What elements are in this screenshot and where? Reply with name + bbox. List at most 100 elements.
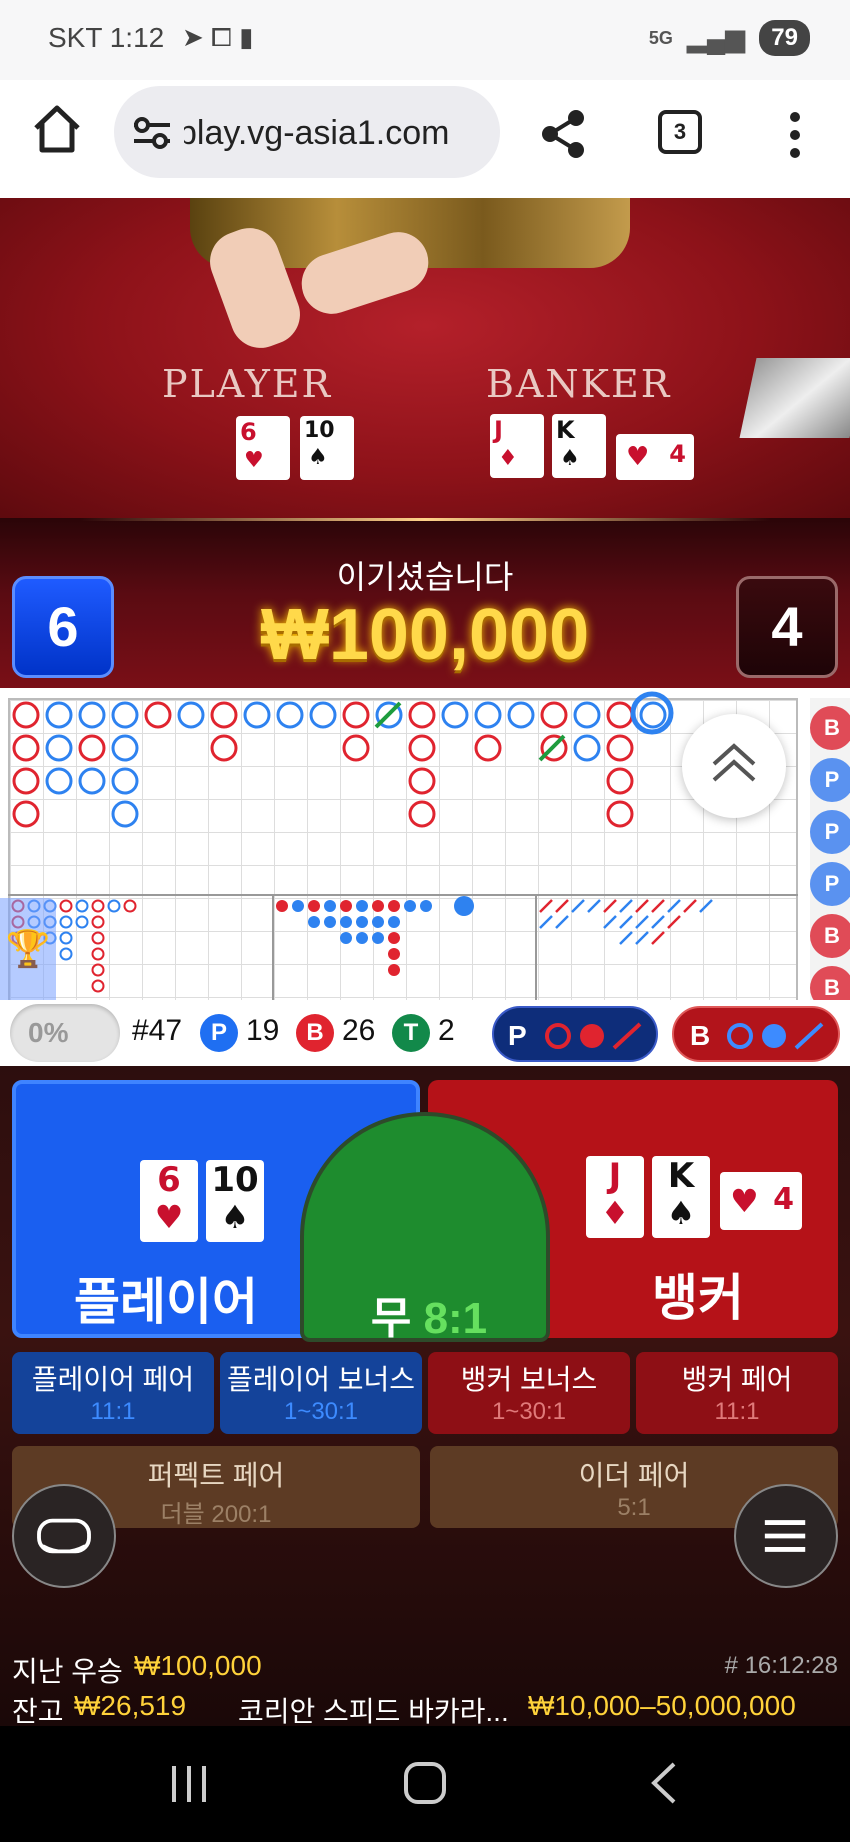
last-win-label: 지난 우승 <box>12 1656 123 1687</box>
small-road-dot <box>372 900 384 912</box>
trophy-icon[interactable]: 🏆 <box>0 898 56 1016</box>
roadmap-panel[interactable]: B P P P B B 🏆 0% #47 P 19 B 26 T 2 P B <box>0 688 850 1066</box>
expand-roadmap-button[interactable] <box>682 714 786 818</box>
small-road-dot <box>356 916 368 928</box>
road-mark <box>78 701 106 729</box>
table-card-rotated: ♥ 4 <box>616 434 694 480</box>
tie-odds: 8:1 <box>423 1294 488 1343</box>
balance-label: 잔고 <box>12 1696 64 1727</box>
card-suit: ♠ <box>666 1194 696 1232</box>
notification-icons: ➤ ⧠ ▮ <box>182 22 253 54</box>
url-clip: play.vg-asia1.com <box>184 86 490 178</box>
banker-bonus-bet[interactable]: 뱅커 보너스 1~30:1 <box>428 1352 630 1434</box>
road-mark <box>144 701 172 729</box>
road-mark <box>474 734 502 762</box>
small-road-dot <box>372 932 384 944</box>
share-icon[interactable] <box>538 108 588 160</box>
small-road-slash <box>619 931 633 945</box>
address-bar[interactable]: play.vg-asia1.com <box>114 86 500 178</box>
tie-badge: T <box>392 1014 430 1052</box>
road-mark <box>111 701 139 729</box>
side-bet-name: 뱅커 페어 <box>681 1364 793 1395</box>
small-road-dot <box>388 964 400 976</box>
small-road-slash <box>651 899 665 913</box>
status-right: 5G ▂▄▆ 79 <box>649 20 810 56</box>
road-mark <box>342 701 370 729</box>
small-road-slash <box>619 899 633 913</box>
app-root: SKT 1:12 ➤ ⧠ ▮ 5G ▂▄▆ 79 play.vg-asia1.c… <box>0 0 850 1842</box>
road-mark <box>540 701 568 729</box>
small-road-slash <box>555 915 569 929</box>
side-bet-odds: 1~30:1 <box>491 1398 567 1425</box>
recents-icon[interactable] <box>166 1762 212 1806</box>
small-road-mark <box>91 979 105 993</box>
banker-pair-bet[interactable]: 뱅커 페어 11:1 <box>636 1352 838 1434</box>
player-predict-button[interactable]: P <box>492 1006 658 1062</box>
table-name: 코리안 스피드 바카라... <box>238 1696 509 1727</box>
small-road-slash <box>635 915 649 929</box>
small-road-mark <box>123 899 137 913</box>
player-bonus-bet[interactable]: 플레이어 보너스 1~30:1 <box>220 1352 422 1434</box>
predict-player-letter: P <box>508 1020 527 1051</box>
strip-dot: P <box>810 758 850 802</box>
card-suit: ♦ <box>600 1194 630 1232</box>
small-road-slash <box>683 899 697 913</box>
hamburger-icon <box>764 1520 806 1552</box>
road-mark <box>639 701 667 729</box>
small-road-slash <box>587 899 601 913</box>
balance-amount: ₩26,519 <box>74 1690 187 1721</box>
progress-pill: 0% <box>10 1004 120 1062</box>
side-bet-odds: 11:1 <box>90 1398 136 1425</box>
banker-predict-icons <box>727 1022 824 1050</box>
card-rank: K <box>667 1156 695 1196</box>
small-road-mark <box>59 915 73 929</box>
card-shoe <box>739 358 850 438</box>
table-card-rank: 6 <box>240 418 257 446</box>
betting-area: 6 ♥ 10 ♠ 플레이어 J ♦ K ♠ ♥ 4 뱅커 무 8:1 플레이어 … <box>0 1066 850 1726</box>
current-small-dot <box>454 896 474 916</box>
small-road-mark <box>91 915 105 929</box>
road-mark <box>408 734 436 762</box>
side-bet-name: 뱅커 보너스 <box>460 1364 598 1395</box>
clock-label: 1:12 <box>109 22 165 53</box>
home-nav-icon[interactable] <box>402 1760 448 1806</box>
banker-predict-button[interactable]: B <box>672 1006 840 1062</box>
banker-card: J ♦ <box>586 1156 644 1238</box>
live-video-feed: PLAYER BANKER 6 ♥ 10 ♠ J ♦ K ♠ ♥ 4 <box>0 198 850 518</box>
small-road-slash <box>571 899 585 913</box>
small-road-dot <box>308 900 320 912</box>
card-rank: 6 <box>157 1160 181 1200</box>
road-mark <box>111 800 139 828</box>
road-mark <box>12 701 40 729</box>
more-menu-icon[interactable] <box>780 110 810 160</box>
road-mark <box>474 701 502 729</box>
side-road-strip: B P P P B B <box>810 698 850 1018</box>
small-road-slash <box>555 899 569 913</box>
small-road-dot <box>356 900 368 912</box>
tab-switcher-icon[interactable]: 3 <box>658 110 702 154</box>
strip-dot: P <box>810 862 850 906</box>
road-mark <box>342 734 370 762</box>
site-settings-icon[interactable] <box>132 116 172 150</box>
side-bet-name: 플레이어 페어 <box>31 1364 195 1395</box>
small-road-slash <box>667 899 681 913</box>
back-icon[interactable] <box>646 1760 682 1806</box>
small-road-mark <box>91 931 105 945</box>
small-road-mark <box>75 899 89 913</box>
small-road-slash <box>667 915 681 929</box>
player-pair-bet[interactable]: 플레이어 페어 11:1 <box>12 1352 214 1434</box>
small-road-slash <box>603 915 617 929</box>
card-rank: 4 <box>773 1182 794 1217</box>
bet-limits: ₩10,000–50,000,000 <box>528 1690 796 1721</box>
result-banner: 6 이기셨습니다 ₩100,000 4 <box>0 518 850 688</box>
road-mark <box>606 734 634 762</box>
road-mark <box>573 734 601 762</box>
small-road-dot <box>324 900 336 912</box>
home-icon[interactable] <box>30 102 84 156</box>
tie-bet-label: 무 <box>370 1294 412 1343</box>
chip-button[interactable] <box>12 1484 116 1588</box>
menu-button[interactable] <box>734 1484 838 1588</box>
road-mark <box>573 701 601 729</box>
app-notification-icon: ▮ <box>239 22 254 52</box>
side-bet-odds: 11:1 <box>714 1398 760 1425</box>
